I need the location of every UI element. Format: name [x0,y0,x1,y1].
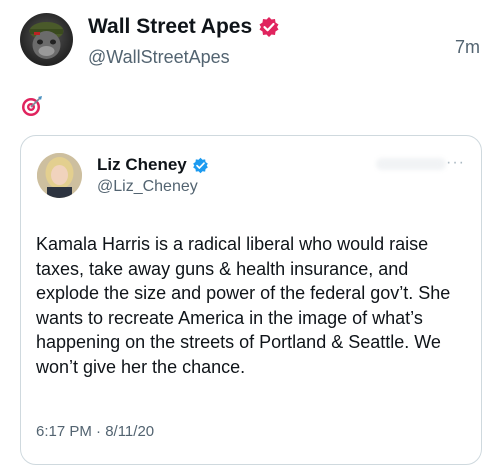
user-handle[interactable]: @WallStreetApes [88,47,230,68]
tweet-text: Kamala Harris is a radical liberal who w… [36,234,451,377]
quote-name-row: Liz Cheney [97,155,209,175]
tweet-timestamp[interactable]: 6:17 PM · 8/11/20 [36,423,154,440]
display-name[interactable]: Liz Cheney [97,155,187,175]
quoted-tweet-card[interactable]: Liz Cheney @Liz_Cheney ··· Kamala Harris… [20,135,482,465]
avatar[interactable] [20,13,73,66]
target-emoji-icon [21,95,43,117]
more-options-icon[interactable]: ··· [446,154,465,172]
timestamp[interactable]: 7m [455,37,480,58]
verified-badge-icon [258,16,280,38]
ape-avatar-image [29,22,64,59]
blurred-region [376,158,446,170]
outer-name-row: Wall Street Apes [88,15,280,39]
display-name[interactable]: Wall Street Apes [88,15,252,39]
user-handle[interactable]: @Liz_Cheney [97,178,198,196]
portrait-avatar-image [37,153,82,198]
verified-badge-icon [192,157,209,174]
avatar[interactable] [37,153,82,198]
